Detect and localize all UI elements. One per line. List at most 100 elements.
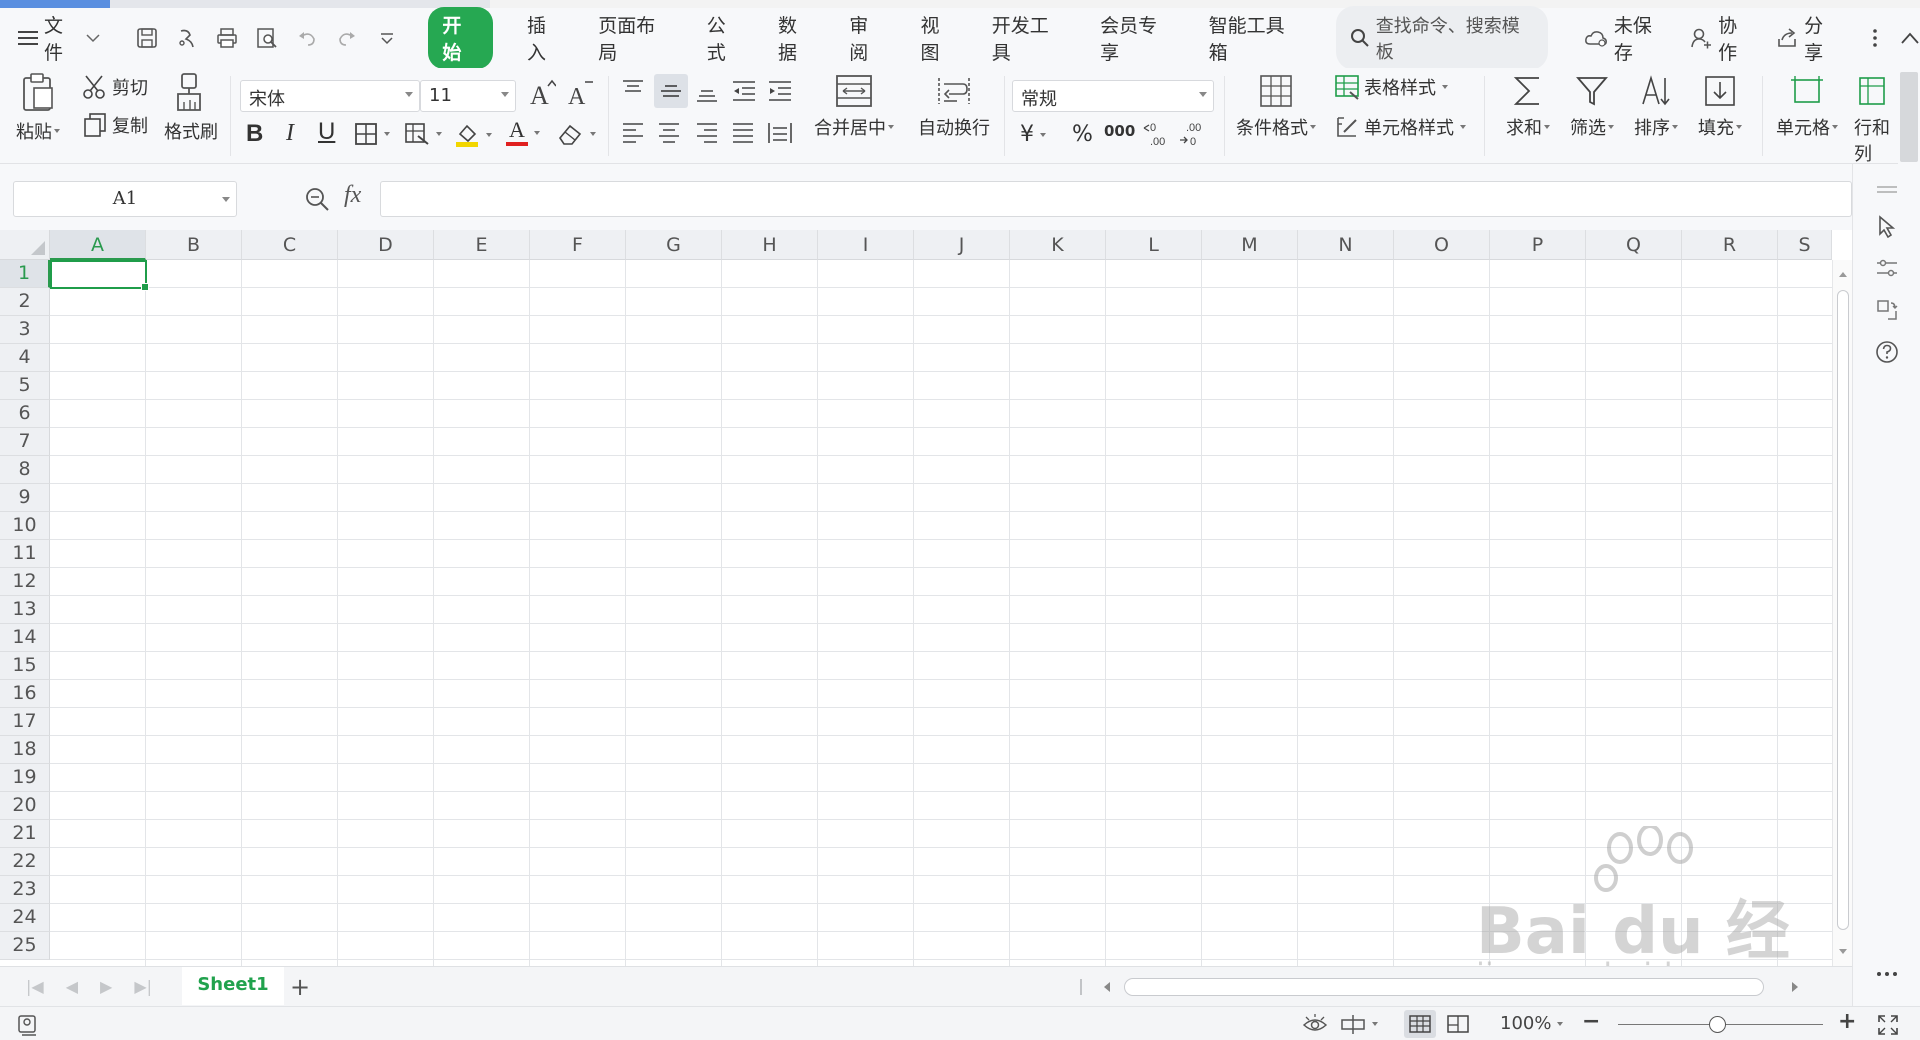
row-header-23[interactable]: 23: [0, 876, 50, 904]
distributed-button[interactable]: [766, 120, 794, 146]
align-right-button[interactable]: [694, 120, 720, 146]
tab-view[interactable]: 视图: [920, 11, 957, 65]
row-header-18[interactable]: 18: [0, 736, 50, 764]
increase-indent-button[interactable]: [766, 78, 794, 104]
row-header-21[interactable]: 21: [0, 820, 50, 848]
formula-input[interactable]: [380, 181, 1852, 217]
column-header-s[interactable]: S: [1778, 230, 1832, 260]
add-sheet-button[interactable]: +: [290, 973, 310, 1001]
column-header-b[interactable]: B: [146, 230, 242, 260]
next-sheet-icon[interactable]: ▶: [100, 977, 112, 996]
zoom-in-button[interactable]: +: [1838, 1009, 1856, 1034]
column-header-d[interactable]: D: [338, 230, 434, 260]
tab-developer[interactable]: 开发工具: [992, 11, 1066, 65]
tab-data[interactable]: 数据: [778, 11, 815, 65]
row-header-19[interactable]: 19: [0, 764, 50, 792]
column-header-f[interactable]: F: [530, 230, 626, 260]
customize-toolbar-icon[interactable]: [374, 25, 400, 51]
print-preview-icon[interactable]: [254, 25, 280, 51]
increase-decimal-button[interactable]: 0.00: [1142, 120, 1170, 148]
currency-button[interactable]: ¥: [1020, 122, 1046, 147]
paste-button[interactable]: 粘贴: [16, 72, 60, 144]
column-header-r[interactable]: R: [1682, 230, 1778, 260]
file-menu[interactable]: 文件: [18, 11, 100, 65]
reading-mode-button[interactable]: [1340, 1013, 1378, 1035]
fill-style-button[interactable]: [404, 122, 442, 146]
row-header-24[interactable]: 24: [0, 904, 50, 932]
row-header-22[interactable]: 22: [0, 848, 50, 876]
sum-button[interactable]: 求和: [1506, 74, 1550, 140]
row-header-8[interactable]: 8: [0, 456, 50, 484]
more-vertical-icon[interactable]: [1872, 28, 1878, 48]
row-header-13[interactable]: 13: [0, 596, 50, 624]
column-header-l[interactable]: L: [1106, 230, 1202, 260]
format-painter-button[interactable]: 格式刷: [164, 72, 218, 144]
row-header-9[interactable]: 9: [0, 484, 50, 512]
font-color-button[interactable]: A: [506, 119, 540, 146]
font-size-select[interactable]: 11: [420, 80, 516, 112]
row-header-15[interactable]: 15: [0, 652, 50, 680]
row-header-4[interactable]: 4: [0, 344, 50, 372]
clear-format-button[interactable]: [556, 122, 596, 146]
fill-button[interactable]: 填充: [1698, 74, 1742, 140]
collaborate-button[interactable]: 协作: [1690, 11, 1754, 65]
align-top-button[interactable]: [620, 78, 646, 104]
vertical-scroll-thumb[interactable]: [1837, 290, 1849, 930]
row-header-16[interactable]: 16: [0, 680, 50, 708]
zoom-search-icon[interactable]: [304, 186, 330, 212]
zoom-slider-knob[interactable]: [1709, 1016, 1726, 1033]
column-header-h[interactable]: H: [722, 230, 818, 260]
justify-button[interactable]: [730, 120, 756, 146]
row-header-14[interactable]: 14: [0, 624, 50, 652]
ribbon-scrollbar[interactable]: [1898, 68, 1920, 164]
zoom-out-button[interactable]: −: [1582, 1009, 1600, 1034]
transform-data-icon[interactable]: [1875, 298, 1899, 322]
font-name-select[interactable]: 宋体: [240, 80, 420, 112]
increase-font-button[interactable]: A: [528, 78, 556, 108]
wrap-text-button[interactable]: 自动换行: [918, 74, 990, 140]
redo-icon[interactable]: [334, 25, 360, 51]
zoom-level[interactable]: 100%: [1500, 1013, 1564, 1034]
column-header-j[interactable]: J: [914, 230, 1010, 260]
cell-area[interactable]: [50, 260, 1832, 966]
bold-button[interactable]: B: [246, 120, 263, 148]
align-bottom-button[interactable]: [694, 78, 720, 104]
decrease-decimal-button[interactable]: .00 0: [1178, 120, 1206, 148]
print-icon[interactable]: [214, 25, 240, 51]
column-header-c[interactable]: C: [242, 230, 338, 260]
row-header-7[interactable]: 7: [0, 428, 50, 456]
window-tab-active[interactable]: [0, 0, 110, 8]
collapse-ribbon-icon[interactable]: [1900, 31, 1920, 45]
row-header-11[interactable]: 11: [0, 540, 50, 568]
sheet-tab-sheet1[interactable]: Sheet1: [182, 967, 284, 1005]
align-center-button[interactable]: [656, 120, 682, 146]
rows-columns-button[interactable]: 行和列: [1854, 74, 1898, 166]
cell-button[interactable]: 单元格: [1776, 74, 1838, 140]
number-format-select[interactable]: 常规: [1012, 80, 1214, 112]
column-header-p[interactable]: P: [1490, 230, 1586, 260]
filter-button[interactable]: 筛选: [1570, 74, 1614, 140]
percent-button[interactable]: %: [1072, 122, 1093, 147]
macro-record-icon[interactable]: [16, 1013, 42, 1037]
column-header-i[interactable]: I: [818, 230, 914, 260]
tab-start[interactable]: 开始: [428, 7, 493, 69]
split-handle[interactable]: [1080, 979, 1082, 995]
row-header-2[interactable]: 2: [0, 288, 50, 316]
first-sheet-icon[interactable]: |◀: [26, 977, 44, 996]
row-header-1[interactable]: 1: [0, 260, 50, 288]
copy-button[interactable]: 复制: [82, 112, 148, 138]
merge-center-button[interactable]: 合并居中: [814, 74, 894, 140]
help-icon[interactable]: [1875, 340, 1899, 364]
column-header-a[interactable]: A: [50, 230, 146, 260]
row-header-5[interactable]: 5: [0, 372, 50, 400]
tab-insert[interactable]: 插入: [527, 11, 564, 65]
save-icon[interactable]: [134, 25, 160, 51]
normal-view-button[interactable]: [1404, 1010, 1436, 1038]
decrease-font-button[interactable]: A: [566, 78, 594, 108]
align-left-button[interactable]: [620, 120, 646, 146]
cursor-select-icon[interactable]: [1875, 214, 1899, 238]
fullscreen-icon[interactable]: [1876, 1013, 1900, 1037]
cell-style-button[interactable]: 单元格样式: [1334, 114, 1466, 140]
row-header-20[interactable]: 20: [0, 792, 50, 820]
decrease-indent-button[interactable]: [730, 78, 758, 104]
